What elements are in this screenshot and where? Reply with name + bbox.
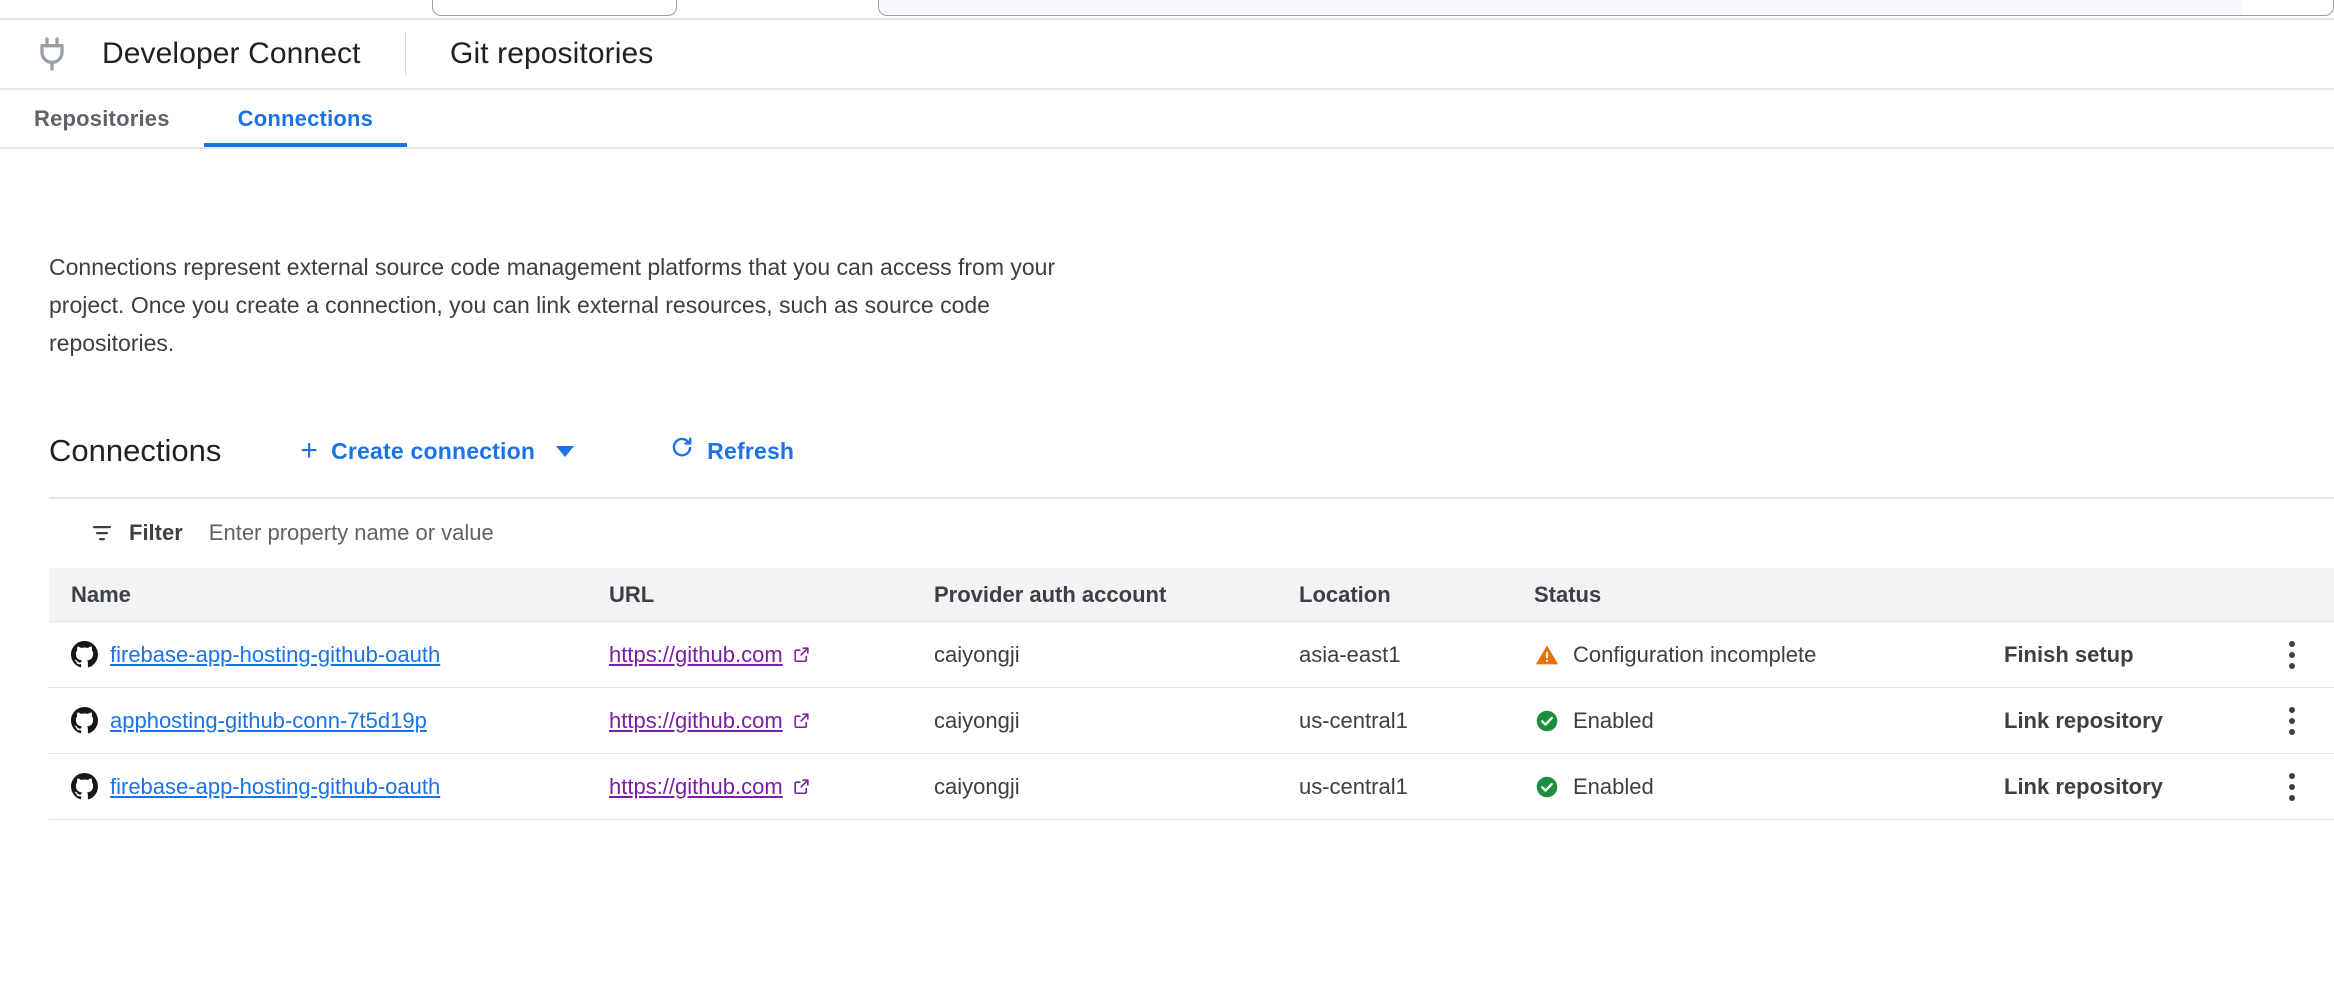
- connection-url-link[interactable]: https://github.com: [609, 708, 783, 734]
- location-value: us-central1: [1299, 773, 1408, 799]
- connection-name-link[interactable]: firebase-app-hosting-github-oauth: [110, 642, 440, 668]
- provider-auth-account: caiyongji: [934, 707, 1020, 733]
- tab-bar: Repositories Connections: [0, 90, 2334, 148]
- status-badge: Configuration incomplete: [1573, 641, 1817, 667]
- table-row: apphosting-github-conn-7t5d19p https://g…: [49, 688, 2334, 754]
- product-title: Developer Connect: [102, 37, 361, 70]
- github-icon: [71, 707, 98, 734]
- plus-icon: +: [300, 434, 319, 467]
- connections-toolbar: Connections + Create connection Refresh: [49, 423, 794, 479]
- refresh-label: Refresh: [707, 437, 795, 464]
- create-connection-button[interactable]: + Create connection: [300, 434, 575, 467]
- column-header-name: Name: [71, 581, 131, 607]
- column-header-url: URL: [609, 581, 655, 607]
- product-header: Developer Connect Git repositories: [0, 20, 2334, 88]
- browser-tab[interactable]: [432, 0, 677, 16]
- row-action-link[interactable]: Link repository: [2004, 708, 2163, 733]
- connections-table: Name URL Provider auth account Location …: [49, 568, 2334, 820]
- warning-icon: [1534, 642, 1560, 668]
- chevron-down-icon: [556, 445, 575, 457]
- more-vert-icon[interactable]: [2275, 638, 2309, 672]
- browser-chrome-strip: [0, 0, 2334, 19]
- status-badge: Enabled: [1573, 707, 1654, 733]
- row-action-link[interactable]: Finish setup: [2004, 642, 2134, 667]
- column-header-provider: Provider auth account: [934, 581, 1167, 607]
- connections-description: Connections represent external source co…: [49, 254, 1056, 356]
- provider-auth-account: caiyongji: [934, 641, 1020, 667]
- external-link-icon: [792, 777, 811, 796]
- browser-omnibox-action[interactable]: [2241, 0, 2334, 16]
- table-header-row: Name URL Provider auth account Location …: [49, 568, 2334, 622]
- check-circle-icon: [1534, 708, 1560, 734]
- github-icon: [71, 773, 98, 800]
- filter-icon: [89, 520, 115, 546]
- table-row: firebase-app-hosting-github-oauth https:…: [49, 754, 2334, 820]
- row-action-link[interactable]: Link repository: [2004, 774, 2163, 799]
- status-badge: Enabled: [1573, 773, 1654, 799]
- browser-omnibox[interactable]: [878, 0, 2243, 16]
- header-separator: [404, 32, 407, 76]
- external-link-icon: [792, 711, 811, 730]
- tab-bar-divider: [0, 147, 2334, 149]
- connection-name-link[interactable]: apphosting-github-conn-7t5d19p: [110, 708, 427, 734]
- github-icon: [71, 641, 98, 668]
- filter-input[interactable]: [206, 519, 907, 547]
- connection-url-link[interactable]: https://github.com: [609, 642, 783, 668]
- column-header-status: Status: [1534, 581, 1602, 607]
- page-root: Developer Connect Git repositories Repos…: [0, 0, 2334, 1004]
- refresh-button[interactable]: Refresh: [669, 435, 794, 467]
- create-connection-label: Create connection: [331, 437, 536, 464]
- filter-bar: Filter: [49, 498, 2334, 568]
- provider-auth-account: caiyongji: [934, 773, 1020, 799]
- table-row: firebase-app-hosting-github-oauth https:…: [49, 622, 2334, 688]
- section-title: Connections: [49, 433, 222, 468]
- more-vert-icon[interactable]: [2275, 704, 2309, 738]
- column-header-location: Location: [1299, 581, 1391, 607]
- tab-connections[interactable]: Connections: [203, 90, 408, 148]
- more-vert-icon[interactable]: [2275, 770, 2309, 804]
- connection-name-link[interactable]: firebase-app-hosting-github-oauth: [110, 774, 440, 800]
- check-circle-icon: [1534, 774, 1560, 800]
- tab-repositories[interactable]: Repositories: [0, 90, 204, 148]
- plug-icon: [30, 32, 74, 76]
- page-title: Git repositories: [450, 37, 654, 70]
- refresh-icon: [669, 435, 695, 467]
- location-value: asia-east1: [1299, 641, 1401, 667]
- filter-label: Filter: [129, 520, 183, 545]
- location-value: us-central1: [1299, 707, 1408, 733]
- external-link-icon: [792, 645, 811, 664]
- connection-url-link[interactable]: https://github.com: [609, 774, 783, 800]
